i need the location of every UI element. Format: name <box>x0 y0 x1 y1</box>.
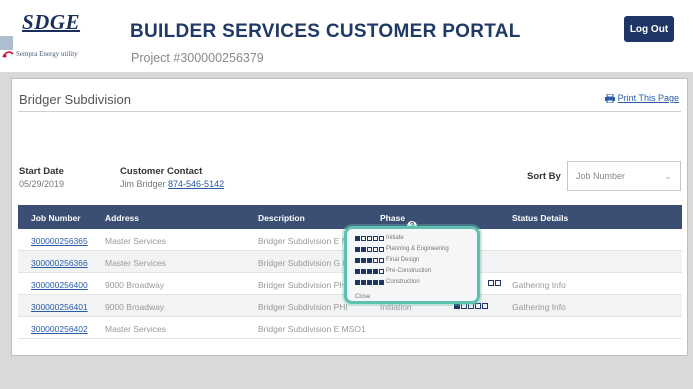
legend-label: Planning & Engineering <box>386 246 449 252</box>
header: SDGE Sempra Energy utility BUILDER SERVI… <box>0 0 693 72</box>
address-cell: 9000 Broadway <box>105 280 165 290</box>
printer-icon <box>604 93 615 103</box>
popup-close-link[interactable]: Close <box>355 294 370 300</box>
logout-button[interactable]: Log Out <box>624 16 674 42</box>
contact-phone-link[interactable]: 874-546-5142 <box>168 179 224 189</box>
customer-contact-label: Customer Contact <box>120 166 203 177</box>
phase-progress <box>488 280 501 286</box>
description-cell: Bridger Subdivision E M <box>258 236 349 246</box>
divider <box>18 111 681 112</box>
address-cell: 9000 Broadway <box>105 302 165 312</box>
address-cell: Master Services <box>105 258 166 268</box>
col-status-details[interactable]: Status Details <box>512 213 568 223</box>
logo-sempra-text: Sempra Energy utility <box>16 50 78 59</box>
subdivision-title: Bridger Subdivision <box>19 92 132 107</box>
customer-contact-value: Jim Bridger 874-546-5142 <box>120 179 224 189</box>
print-link[interactable]: Print This Page <box>604 93 679 103</box>
job-number-link[interactable]: 300000256400 <box>31 280 88 290</box>
logo[interactable]: SDGE Sempra Energy utility <box>2 10 94 58</box>
contact-name: Jim Bridger <box>120 179 166 189</box>
col-phase-label: Phase <box>380 213 406 223</box>
table-row: 300000256402 Master Services Bridger Sub… <box>18 317 682 339</box>
description-cell: Bridger Subdivision PHI <box>258 302 348 312</box>
job-number-link[interactable]: 300000256402 <box>31 324 88 334</box>
description-cell: Bridger Subdivision E MSO1 <box>258 324 366 334</box>
start-date-value: 05/29/2019 <box>19 179 65 189</box>
legend-label: Initiate <box>386 235 404 241</box>
legend-pre-construction: Pre-Construction <box>355 268 431 274</box>
legend-final-design: Final Design <box>355 257 419 263</box>
col-description[interactable]: Description <box>258 213 305 223</box>
legend-construction: Construction <box>355 279 420 285</box>
legend-initiate: Initiate <box>355 235 404 241</box>
logo-sempra: Sempra Energy utility <box>2 50 78 59</box>
description-cell: Bridger Subdivision G M <box>258 258 350 268</box>
phase-legend-popup: Initiate Planning & Engineering Final De… <box>344 226 480 304</box>
sort-select-value: Job Number <box>576 171 626 181</box>
col-job-number[interactable]: Job Number <box>31 213 81 223</box>
sort-select[interactable]: Job Number ⌄ <box>567 161 681 191</box>
legend-label: Final Design <box>386 257 420 263</box>
status-cell: Gathering Info <box>512 280 566 290</box>
job-number-link[interactable]: 300000256401 <box>31 302 88 312</box>
description-cell: Bridger Subdivision PH <box>258 280 346 290</box>
job-number-link[interactable]: 300000256366 <box>31 258 88 268</box>
col-phase[interactable]: Phase? <box>380 213 418 231</box>
logo-band <box>0 36 13 50</box>
project-number: Project #300000256379 <box>131 51 264 65</box>
status-cell: Gathering Info <box>512 302 566 312</box>
chevron-down-icon: ⌄ <box>664 171 672 181</box>
sort-by-label: Sort By <box>527 171 561 182</box>
legend-label: Construction <box>386 279 420 285</box>
sempra-swirl-icon <box>2 51 14 58</box>
legend-planning: Planning & Engineering <box>355 246 449 252</box>
portal-title: BUILDER SERVICES CUSTOMER PORTAL <box>130 21 521 42</box>
address-cell: Master Services <box>105 324 166 334</box>
footer-band <box>0 356 693 389</box>
start-date-label: Start Date <box>19 166 64 177</box>
legend-label: Pre-Construction <box>386 268 432 274</box>
logo-sdge: SDGE <box>22 10 81 34</box>
print-link-label: Print This Page <box>617 93 679 103</box>
address-cell: Master Services <box>105 236 166 246</box>
col-address[interactable]: Address <box>105 213 139 223</box>
job-number-link[interactable]: 300000256365 <box>31 236 88 246</box>
project-panel: Bridger Subdivision Print This Page Star… <box>11 78 688 356</box>
